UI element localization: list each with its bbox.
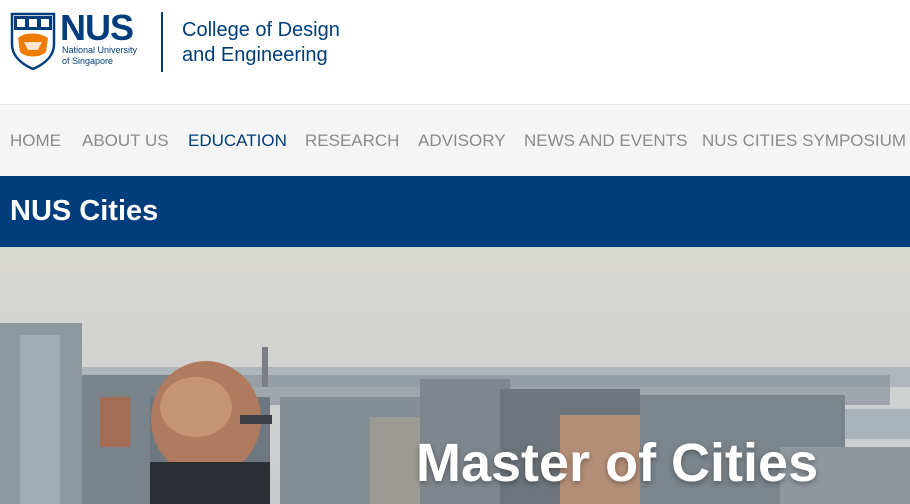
main-navigation: HOME ABOUT US EDUCATION RESEARCH ADVISOR… xyxy=(0,104,910,176)
nav-item-research[interactable]: RESEARCH xyxy=(305,131,399,151)
nav-item-news-and-events[interactable]: NEWS AND EVENTS xyxy=(524,131,687,151)
site-header: NUS National University of Singapore Col… xyxy=(0,0,910,104)
college-name-line1: College of Design xyxy=(182,19,340,41)
nus-logo-subtitle-line1: National University xyxy=(62,45,138,55)
section-title: NUS Cities xyxy=(10,195,159,227)
nus-logo-subtitle: National University of Singapore xyxy=(62,45,152,67)
nav-item-education[interactable]: EDUCATION xyxy=(188,131,287,151)
section-banner: NUS Cities xyxy=(0,176,910,247)
college-name-line2: and Engineering xyxy=(182,44,328,66)
nus-crest-icon[interactable] xyxy=(10,12,56,70)
nus-logo-subtitle-line2: of Singapore xyxy=(62,56,114,66)
logo-divider xyxy=(161,12,163,72)
nav-item-nus-cities-symposium[interactable]: NUS CITIES SYMPOSIUM xyxy=(702,131,906,151)
college-name[interactable]: College of Design and Engineering xyxy=(182,18,340,68)
nav-item-about-us[interactable]: ABOUT US xyxy=(82,131,169,151)
hero-banner: Master of Cities xyxy=(0,247,910,504)
hero-title: Master of Cities xyxy=(416,433,819,493)
nav-item-home[interactable]: HOME xyxy=(10,131,61,151)
nav-item-advisory[interactable]: ADVISORY xyxy=(418,131,506,151)
nus-logo-text[interactable]: NUS xyxy=(60,8,134,48)
